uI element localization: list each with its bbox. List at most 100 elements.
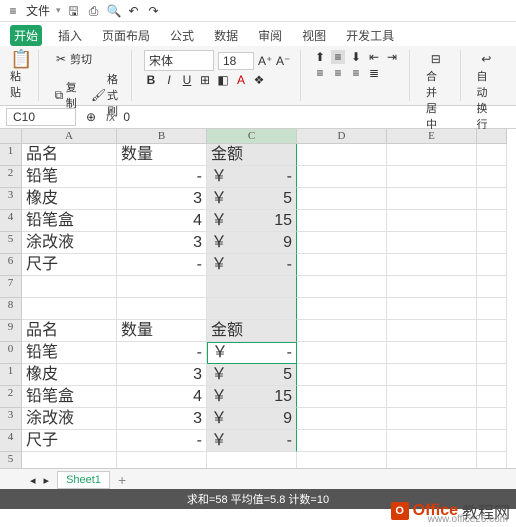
- cut-button[interactable]: ✂剪切: [51, 50, 121, 68]
- cell[interactable]: [297, 232, 387, 254]
- cell[interactable]: ￥9: [207, 408, 297, 430]
- cell[interactable]: ￥-: [207, 430, 297, 452]
- font-color-icon[interactable]: A: [234, 73, 248, 87]
- cell[interactable]: [477, 320, 507, 342]
- undo-icon[interactable]: ↶: [127, 4, 141, 18]
- tab-dev[interactable]: 开发工具: [342, 25, 398, 46]
- wrap-button[interactable]: ↩ 自动换行: [473, 50, 501, 134]
- cell[interactable]: [22, 276, 117, 298]
- redo-icon[interactable]: ↷: [147, 4, 161, 18]
- cell[interactable]: [387, 386, 477, 408]
- cell[interactable]: [477, 364, 507, 386]
- cell[interactable]: [387, 144, 477, 166]
- cell[interactable]: 橡皮: [22, 188, 117, 210]
- cell[interactable]: [22, 298, 117, 320]
- cell[interactable]: [117, 298, 207, 320]
- cell[interactable]: [387, 276, 477, 298]
- cell[interactable]: [477, 386, 507, 408]
- sheet-tab[interactable]: Sheet1: [57, 471, 110, 489]
- row-header[interactable]: 2: [0, 166, 22, 188]
- row-header[interactable]: 8: [0, 298, 22, 320]
- row-header[interactable]: 7: [0, 276, 22, 298]
- col-header-e[interactable]: E: [387, 129, 477, 144]
- align-top-icon[interactable]: ⬆: [313, 50, 327, 64]
- cell[interactable]: [387, 166, 477, 188]
- cell[interactable]: [477, 210, 507, 232]
- align-left-icon[interactable]: ≡: [313, 66, 327, 80]
- cell[interactable]: [297, 188, 387, 210]
- cell[interactable]: 3: [117, 188, 207, 210]
- cell[interactable]: -: [117, 342, 207, 364]
- zoom-icon[interactable]: ⊕: [84, 110, 98, 124]
- row-header[interactable]: 5: [0, 232, 22, 254]
- fx-icon[interactable]: fx: [106, 110, 115, 124]
- name-box[interactable]: C10: [6, 108, 76, 126]
- cell[interactable]: 品名: [22, 320, 117, 342]
- cell[interactable]: [297, 210, 387, 232]
- align-right-icon[interactable]: ≡: [349, 66, 363, 80]
- tab-layout[interactable]: 页面布局: [98, 25, 154, 46]
- cell[interactable]: 尺子: [22, 254, 117, 276]
- cell[interactable]: [477, 166, 507, 188]
- cell[interactable]: ￥5: [207, 188, 297, 210]
- cell[interactable]: [297, 254, 387, 276]
- cell[interactable]: 数量: [117, 320, 207, 342]
- cell[interactable]: [477, 342, 507, 364]
- cell[interactable]: [297, 320, 387, 342]
- tab-start[interactable]: 开始: [10, 25, 42, 46]
- cell[interactable]: [297, 408, 387, 430]
- align-middle-icon[interactable]: ≡: [331, 50, 345, 64]
- col-header-a[interactable]: A: [22, 129, 117, 144]
- cell[interactable]: 3: [117, 408, 207, 430]
- cell[interactable]: 铅笔: [22, 166, 117, 188]
- cell[interactable]: 4: [117, 210, 207, 232]
- app-menu-icon[interactable]: ≡: [6, 4, 20, 18]
- tab-review[interactable]: 审阅: [254, 25, 286, 46]
- cell[interactable]: [387, 342, 477, 364]
- align-justify-icon[interactable]: ≣: [367, 66, 381, 80]
- sheet-nav-next-icon[interactable]: ▸: [44, 474, 50, 487]
- row-header[interactable]: 0: [0, 342, 22, 364]
- row-header[interactable]: 4: [0, 430, 22, 452]
- cell[interactable]: ￥15: [207, 210, 297, 232]
- decrease-font-icon[interactable]: A⁻: [276, 54, 290, 68]
- cell[interactable]: [387, 210, 477, 232]
- cell[interactable]: 4: [117, 386, 207, 408]
- row-header[interactable]: 4: [0, 210, 22, 232]
- indent-right-icon[interactable]: ⇥: [385, 50, 399, 64]
- cell[interactable]: [477, 276, 507, 298]
- cell[interactable]: [297, 386, 387, 408]
- row-header[interactable]: 9: [0, 320, 22, 342]
- cell[interactable]: -: [117, 430, 207, 452]
- cell[interactable]: [477, 408, 507, 430]
- cell[interactable]: [387, 320, 477, 342]
- cell[interactable]: 铅笔盒: [22, 210, 117, 232]
- cell[interactable]: [297, 430, 387, 452]
- cell[interactable]: [387, 364, 477, 386]
- cell[interactable]: ￥5: [207, 364, 297, 386]
- cell[interactable]: [387, 298, 477, 320]
- spreadsheet-grid[interactable]: A B C D E 1品名数量金额 2铅笔-￥- 3橡皮3￥5 4铅笔盒4￥15…: [0, 129, 516, 474]
- tab-insert[interactable]: 插入: [54, 25, 86, 46]
- cell[interactable]: 铅笔盒: [22, 386, 117, 408]
- cell[interactable]: [477, 232, 507, 254]
- cell[interactable]: ￥9: [207, 232, 297, 254]
- border-icon[interactable]: ⊞: [198, 73, 212, 87]
- bold-icon[interactable]: B: [144, 73, 158, 87]
- cell[interactable]: [207, 298, 297, 320]
- preview-icon[interactable]: 🔍: [107, 4, 121, 18]
- file-menu[interactable]: 文件: [26, 2, 50, 19]
- col-header-d[interactable]: D: [297, 129, 387, 144]
- sheet-nav-prev-icon[interactable]: ◂: [30, 474, 36, 487]
- align-center-icon[interactable]: ≡: [331, 66, 345, 80]
- cell[interactable]: [477, 188, 507, 210]
- cell[interactable]: [297, 298, 387, 320]
- cell[interactable]: 橡皮: [22, 364, 117, 386]
- cell[interactable]: ￥-: [207, 254, 297, 276]
- col-header-b[interactable]: B: [117, 129, 207, 144]
- cell[interactable]: [387, 408, 477, 430]
- cell[interactable]: [477, 254, 507, 276]
- font-size-select[interactable]: 18: [218, 52, 254, 70]
- cell[interactable]: 涂改液: [22, 408, 117, 430]
- cell[interactable]: 数量: [117, 144, 207, 166]
